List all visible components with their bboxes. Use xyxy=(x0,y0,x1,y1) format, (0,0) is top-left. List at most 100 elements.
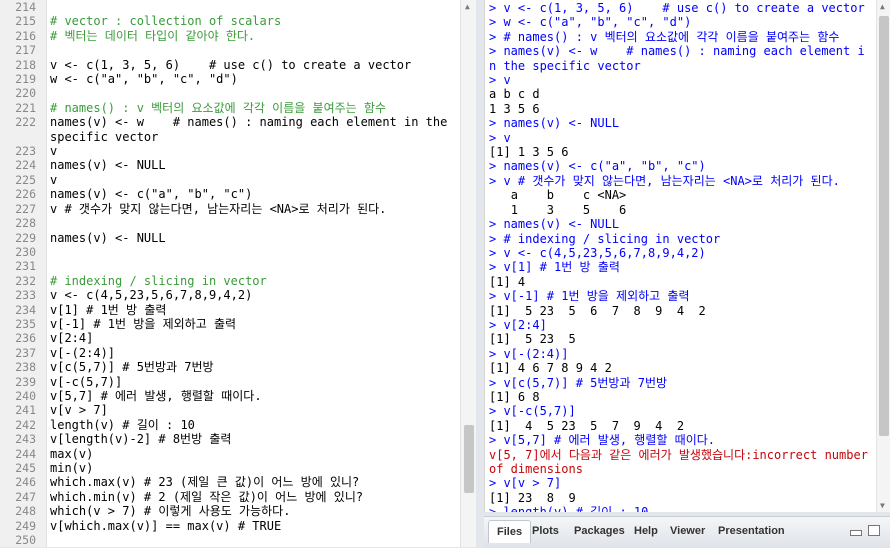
tab-presentation[interactable]: Presentation xyxy=(710,520,793,542)
editor-scroll-thumb[interactable] xyxy=(464,425,474,493)
code-line[interactable]: 215 # vector : collection of scalars xyxy=(0,14,460,28)
code-area[interactable]: 214 215 # vector : collection of scalars 21… xyxy=(0,0,460,547)
code-line[interactable]: 249 v[which.max(v)] == max(v) # TRUE xyxy=(0,519,460,533)
code-line[interactable]: 243 v[length(v)-2] # 8번방 출력 xyxy=(0,432,460,446)
code-text[interactable]: # names() : v 벡터의 요소값에 각각 이름을 붙여주는 함수 xyxy=(46,101,460,115)
console-scroll-thumb[interactable] xyxy=(879,16,889,436)
code-text[interactable]: w <- c("a", "b", "c", "d") xyxy=(46,72,460,86)
editor-scrollbar[interactable]: ▲ xyxy=(460,0,476,547)
code-text[interactable]: v[v > 7] xyxy=(46,403,460,417)
code-text[interactable]: v[-1] # 1번 방을 제외하고 출력 xyxy=(46,317,460,331)
line-number: 218 xyxy=(15,57,36,72)
code-text[interactable]: v xyxy=(46,173,460,187)
line-number: 228 xyxy=(15,216,36,231)
code-line[interactable]: 246 which.max(v) # 23 (제일 큰 값)이 어느 방에 있니? xyxy=(0,475,460,489)
code-text[interactable]: v[1] # 1번 방 출력 xyxy=(46,303,460,317)
code-text[interactable]: min(v) xyxy=(46,461,460,475)
code-line[interactable]: 226 names(v) <- c("a", "b", "c") xyxy=(0,187,460,201)
code-line[interactable]: 228 xyxy=(0,216,460,230)
line-number: 248 xyxy=(15,504,36,519)
line-number: 221 xyxy=(15,100,36,115)
code-line[interactable]: 232 # indexing / slicing in vector xyxy=(0,274,460,288)
tab-viewer[interactable]: Viewer xyxy=(662,520,713,542)
code-text[interactable]: which.max(v) # 23 (제일 큰 값)이 어느 방에 있니? xyxy=(46,475,460,489)
code-line[interactable]: 218 v <- c(1, 3, 5, 6) # use c() to creat… xyxy=(0,58,460,72)
code-text[interactable]: v[2:4] xyxy=(46,331,460,345)
code-text[interactable]: names(v) <- NULL xyxy=(46,158,460,172)
code-text[interactable] xyxy=(46,259,460,273)
code-line[interactable]: 245 min(v) xyxy=(0,461,460,475)
maximize-pane-icon[interactable] xyxy=(868,525,880,536)
code-text[interactable]: # 벡터는 데이터 타입이 같아야 한다. xyxy=(46,29,460,43)
code-text[interactable]: names(v) <- c("a", "b", "c") xyxy=(46,187,460,201)
console-scrollbar[interactable]: ▲ ▼ xyxy=(876,0,890,512)
source-editor[interactable]: 214 215 # vector : collection of scalars 21… xyxy=(0,0,476,547)
code-line[interactable]: 242 length(v) # 길이 : 10 xyxy=(0,418,460,432)
code-text[interactable]: v # 갯수가 맞지 않는다면, 남는자리는 <NA>로 처리가 된다. xyxy=(46,202,460,216)
minimize-pane-icon[interactable] xyxy=(850,530,862,536)
code-line[interactable]: 239 v[-c(5,7)] xyxy=(0,375,460,389)
code-line[interactable]: 222 names(v) <- w # names() : naming each… xyxy=(0,115,460,144)
scroll-up-icon[interactable]: ▲ xyxy=(880,2,885,11)
code-line[interactable]: 227 v # 갯수가 맞지 않는다면, 남는자리는 <NA>로 처리가 된다. xyxy=(0,202,460,216)
tab-packages[interactable]: Packages xyxy=(566,520,633,542)
line-number: 230 xyxy=(15,244,36,259)
code-text[interactable]: v xyxy=(46,144,460,158)
code-line[interactable]: 223 v xyxy=(0,144,460,158)
code-line[interactable]: 225 v xyxy=(0,173,460,187)
code-text[interactable]: # vector : collection of scalars xyxy=(46,14,460,28)
code-line[interactable]: 241 v[v > 7] xyxy=(0,403,460,417)
code-line[interactable]: 235 v[-1] # 1번 방을 제외하고 출력 xyxy=(0,317,460,331)
code-text[interactable]: v[-(2:4)] xyxy=(46,346,460,360)
code-line[interactable]: 221 # names() : v 벡터의 요소값에 각각 이름을 붙여주는 함수 xyxy=(0,101,460,115)
code-text[interactable]: v[which.max(v)] == max(v) # TRUE xyxy=(46,519,460,533)
code-text[interactable]: length(v) # 길이 : 10 xyxy=(46,418,460,432)
code-line[interactable]: 217 xyxy=(0,43,460,57)
line-number: 223 xyxy=(15,144,36,159)
scroll-up-icon[interactable]: ▲ xyxy=(465,2,470,11)
console-line: > v <- c(1, 3, 5, 6) # use c() to create… xyxy=(489,1,865,15)
code-text[interactable] xyxy=(46,533,460,547)
code-text[interactable] xyxy=(46,216,460,230)
code-text[interactable]: # indexing / slicing in vector xyxy=(46,274,460,288)
code-text[interactable]: names(v) <- w # names() : naming each el… xyxy=(46,115,460,144)
scroll-down-icon[interactable]: ▼ xyxy=(880,501,885,510)
code-line[interactable]: 230 xyxy=(0,245,460,259)
code-line[interactable]: 240 v[5,7] # 에러 발생, 행렬할 때이다. xyxy=(0,389,460,403)
code-line[interactable]: 233 v <- c(4,5,23,5,6,7,8,9,4,2) xyxy=(0,288,460,302)
code-text[interactable]: v <- c(4,5,23,5,6,7,8,9,4,2) xyxy=(46,288,460,302)
code-line[interactable]: 214 xyxy=(0,0,460,14)
code-line[interactable]: 237 v[-(2:4)] xyxy=(0,346,460,360)
code-text[interactable]: which.min(v) # 2 (제일 작은 값)이 어느 방에 있니? xyxy=(46,490,460,504)
tab-help[interactable]: Help xyxy=(626,520,666,542)
code-text[interactable] xyxy=(46,0,460,14)
code-text[interactable]: names(v) <- NULL xyxy=(46,231,460,245)
code-line[interactable]: 224 names(v) <- NULL xyxy=(0,158,460,172)
code-text[interactable] xyxy=(46,43,460,57)
code-text[interactable]: max(v) xyxy=(46,447,460,461)
console-line: [1] 5 23 5 xyxy=(489,332,576,347)
code-line[interactable]: 248 which(v > 7) # 이렇게 사용도 가능하다. xyxy=(0,504,460,518)
pane-splitter[interactable] xyxy=(476,0,484,547)
code-line[interactable]: 244 max(v) xyxy=(0,447,460,461)
console-pane[interactable]: > v <- c(1, 3, 5, 6) # use c() to create… xyxy=(484,0,890,512)
code-line[interactable]: 247 which.min(v) # 2 (제일 작은 값)이 어느 방에 있니? xyxy=(0,490,460,504)
code-text[interactable]: which(v > 7) # 이렇게 사용도 가능하다. xyxy=(46,504,460,518)
code-line[interactable]: 250 xyxy=(0,533,460,547)
code-text[interactable]: v[length(v)-2] # 8번방 출력 xyxy=(46,432,460,446)
code-text[interactable] xyxy=(46,245,460,259)
code-line[interactable]: 236 v[2:4] xyxy=(0,331,460,345)
code-line[interactable]: 216 # 벡터는 데이터 타입이 같아야 한다. xyxy=(0,29,460,43)
code-line[interactable]: 238 v[c(5,7)] # 5번방과 7번방 xyxy=(0,360,460,374)
code-line[interactable]: 234 v[1] # 1번 방 출력 xyxy=(0,303,460,317)
code-text[interactable]: v <- c(1, 3, 5, 6) # use c() to create a… xyxy=(46,58,460,72)
code-line[interactable]: 229 names(v) <- NULL xyxy=(0,231,460,245)
code-line[interactable]: 219 w <- c("a", "b", "c", "d") xyxy=(0,72,460,86)
code-text[interactable]: v[c(5,7)] # 5번방과 7번방 xyxy=(46,360,460,374)
code-line[interactable]: 231 xyxy=(0,259,460,273)
code-text[interactable]: v[5,7] # 에러 발생, 행렬할 때이다. xyxy=(46,389,460,403)
code-text[interactable] xyxy=(46,86,460,100)
code-text[interactable]: v[-c(5,7)] xyxy=(46,375,460,389)
tab-plots[interactable]: Plots xyxy=(524,520,567,542)
code-line[interactable]: 220 xyxy=(0,86,460,100)
